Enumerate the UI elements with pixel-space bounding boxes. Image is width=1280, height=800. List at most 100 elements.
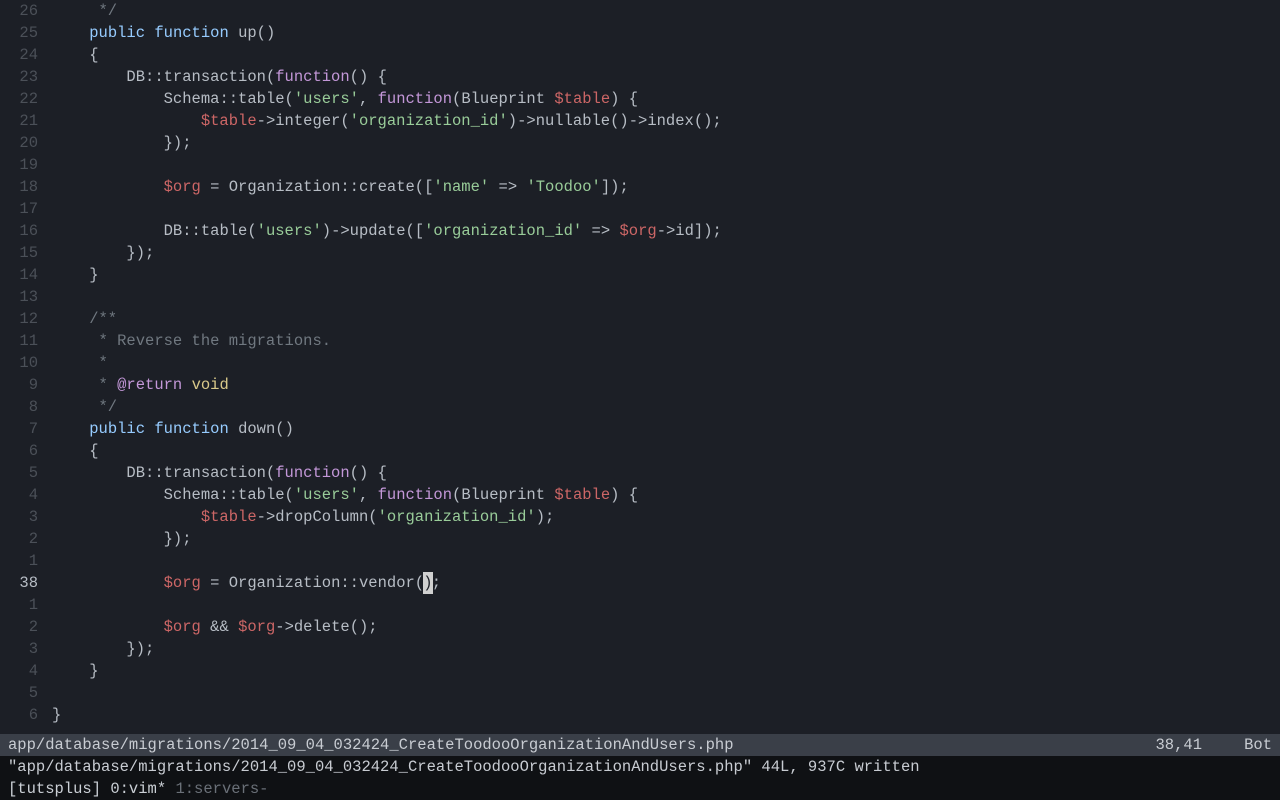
code-token: , [359,486,378,504]
code-line[interactable]: $org = Organization::create(['name' => '… [52,176,1280,198]
code-line[interactable]: } [52,660,1280,682]
code-token: ->delete(); [275,618,377,636]
code-token: void [192,376,229,394]
vim-message: "app/database/migrations/2014_09_04_0324… [8,756,920,778]
code-token: :: [340,178,359,196]
tmux-session[interactable]: [tutsplus] [8,778,101,800]
code-token: 'users' [294,90,359,108]
code-token: } [52,662,99,680]
code-token: => [582,222,619,240]
code-token: table( [238,486,294,504]
code-line[interactable] [52,550,1280,572]
code-line[interactable]: Schema::table('users', function(Blueprin… [52,484,1280,506]
code-token: function [154,24,228,42]
code-token: $table [554,90,610,108]
code-token: */ [52,2,117,20]
code-line[interactable] [52,198,1280,220]
status-filepath: app/database/migrations/2014_09_04_03242… [8,734,734,756]
code-line[interactable]: }); [52,528,1280,550]
line-number: 24 [4,44,38,66]
code-token: } [52,706,61,724]
code-line[interactable]: }); [52,638,1280,660]
code-line[interactable]: * @return void [52,374,1280,396]
code-line[interactable]: public function up() [52,22,1280,44]
code-token: 'name' [433,178,489,196]
code-token: (Blueprint [452,486,554,504]
code-token: }); [52,530,192,548]
line-number: 26 [4,0,38,22]
vim-statusline: app/database/migrations/2014_09_04_03242… [0,734,1280,756]
code-line[interactable]: $org && $org->delete(); [52,616,1280,638]
code-token: , [359,90,378,108]
code-line[interactable] [52,682,1280,704]
code-token: ->dropColumn( [257,508,378,526]
code-token: () { [350,464,387,482]
code-line[interactable] [52,594,1280,616]
code-area[interactable]: */ public function up() { DB::transactio… [46,0,1280,734]
code-line[interactable] [52,286,1280,308]
code-line[interactable]: }); [52,242,1280,264]
line-number: 19 [4,154,38,176]
code-token: => [489,178,526,196]
code-token: public [89,24,145,42]
line-number: 4 [4,660,38,682]
code-token [52,618,164,636]
code-line[interactable]: * [52,352,1280,374]
line-number: 17 [4,198,38,220]
code-token: DB [52,222,182,240]
code-token [182,376,191,394]
code-token: $table [201,508,257,526]
code-line[interactable]: $table->dropColumn('organization_id'); [52,506,1280,528]
code-token: function [275,464,349,482]
code-token: function [154,420,228,438]
code-line[interactable]: * Reverse the migrations. [52,330,1280,352]
code-line[interactable]: Schema::table('users', function(Blueprin… [52,88,1280,110]
code-token: }); [52,244,154,262]
code-token: ) { [610,486,638,504]
code-token: 'users' [257,222,322,240]
line-number: 3 [4,506,38,528]
code-token [145,420,154,438]
code-line[interactable]: }); [52,132,1280,154]
code-token: DB [52,464,145,482]
tmux-window-list[interactable]: 0:vim* 1:servers- [110,778,268,800]
code-token: transaction( [164,68,276,86]
tmux-window[interactable]: 1:servers- [175,780,268,798]
code-line[interactable]: DB::table('users')->update(['organizatio… [52,220,1280,242]
tmux-window[interactable]: 0:vim* [110,780,166,798]
code-line[interactable]: { [52,440,1280,462]
line-number: 18 [4,176,38,198]
code-token: ->id]); [657,222,722,240]
code-line[interactable]: */ [52,396,1280,418]
code-token [52,112,201,130]
code-token: ) { [610,90,638,108]
code-line[interactable]: } [52,264,1280,286]
code-line[interactable]: } [52,704,1280,726]
code-token [145,24,154,42]
code-token: 'organization_id' [424,222,582,240]
code-token: /** [52,310,117,328]
code-line[interactable]: DB::transaction(function() { [52,66,1280,88]
code-line[interactable]: { [52,44,1280,66]
code-line[interactable]: $table->integer('organization_id')->null… [52,110,1280,132]
code-line[interactable]: /** [52,308,1280,330]
code-token: transaction( [164,464,276,482]
editor-pane[interactable]: 2625242322212019181716151413121110987654… [0,0,1280,734]
code-token: $table [554,486,610,504]
code-token: $org [619,222,656,240]
code-token [52,178,164,196]
code-line[interactable]: */ [52,0,1280,22]
code-token: :: [219,486,238,504]
line-number: 16 [4,220,38,242]
line-number: 5 [4,682,38,704]
code-line[interactable] [52,154,1280,176]
code-line[interactable]: $org = Organization::vendor(); [52,572,1280,594]
tmux-statusbar[interactable]: [tutsplus] 0:vim* 1:servers- [0,778,1280,800]
line-number: 14 [4,264,38,286]
code-line[interactable]: public function down() [52,418,1280,440]
code-token: @return [117,376,182,394]
code-token: 'organization_id' [378,508,536,526]
code-token: down() [229,420,294,438]
code-line[interactable]: DB::transaction(function() { [52,462,1280,484]
code-token: && [201,618,238,636]
